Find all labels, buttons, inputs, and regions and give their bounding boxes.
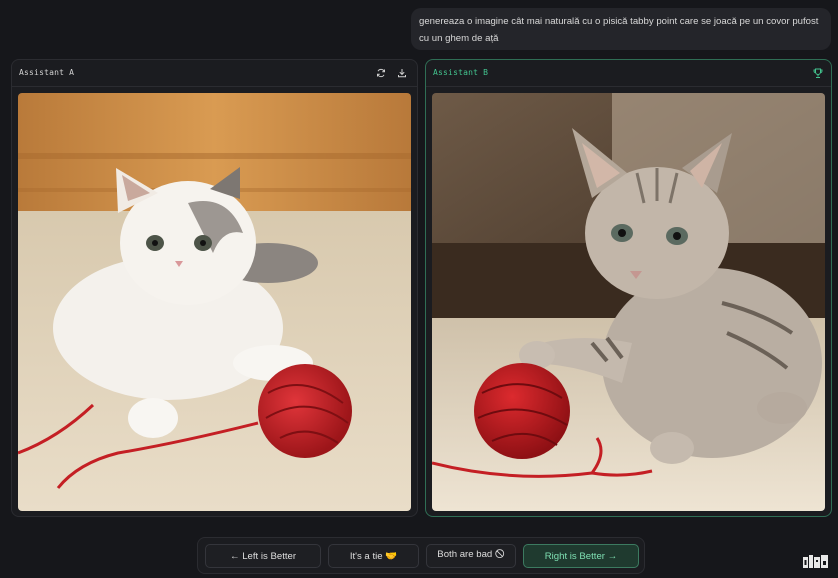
- assistant-a-panel: Assistant A: [11, 59, 418, 517]
- refresh-icon[interactable]: [374, 66, 388, 80]
- assistant-b-panel: Assistant B: [425, 59, 832, 517]
- right-is-better-button[interactable]: Right is Better →: [523, 544, 639, 568]
- user-prompt-bubble: genereaza o imagine cât mai naturală cu …: [411, 8, 831, 50]
- lmsys-logo-icon: [803, 554, 829, 569]
- vote-bar: ← Left is Better It's a tie 🤝 Both are b…: [197, 537, 645, 574]
- left-is-better-button[interactable]: ← Left is Better: [205, 544, 321, 568]
- user-prompt-text: genereaza o imagine cât mai naturală cu …: [419, 16, 819, 44]
- trophy-icon: [811, 66, 825, 80]
- assistant-b-title: Assistant B: [433, 68, 489, 77]
- tie-button[interactable]: It's a tie 🤝: [328, 544, 419, 568]
- assistant-b-header: Assistant B: [426, 60, 831, 87]
- assistant-a-header: Assistant A: [12, 60, 417, 87]
- assistant-a-title: Assistant A: [19, 68, 75, 77]
- assistant-b-image: [432, 93, 825, 511]
- download-icon[interactable]: [395, 66, 409, 80]
- both-bad-button[interactable]: Both are bad 🛇: [426, 544, 516, 568]
- assistant-a-image: [18, 93, 411, 511]
